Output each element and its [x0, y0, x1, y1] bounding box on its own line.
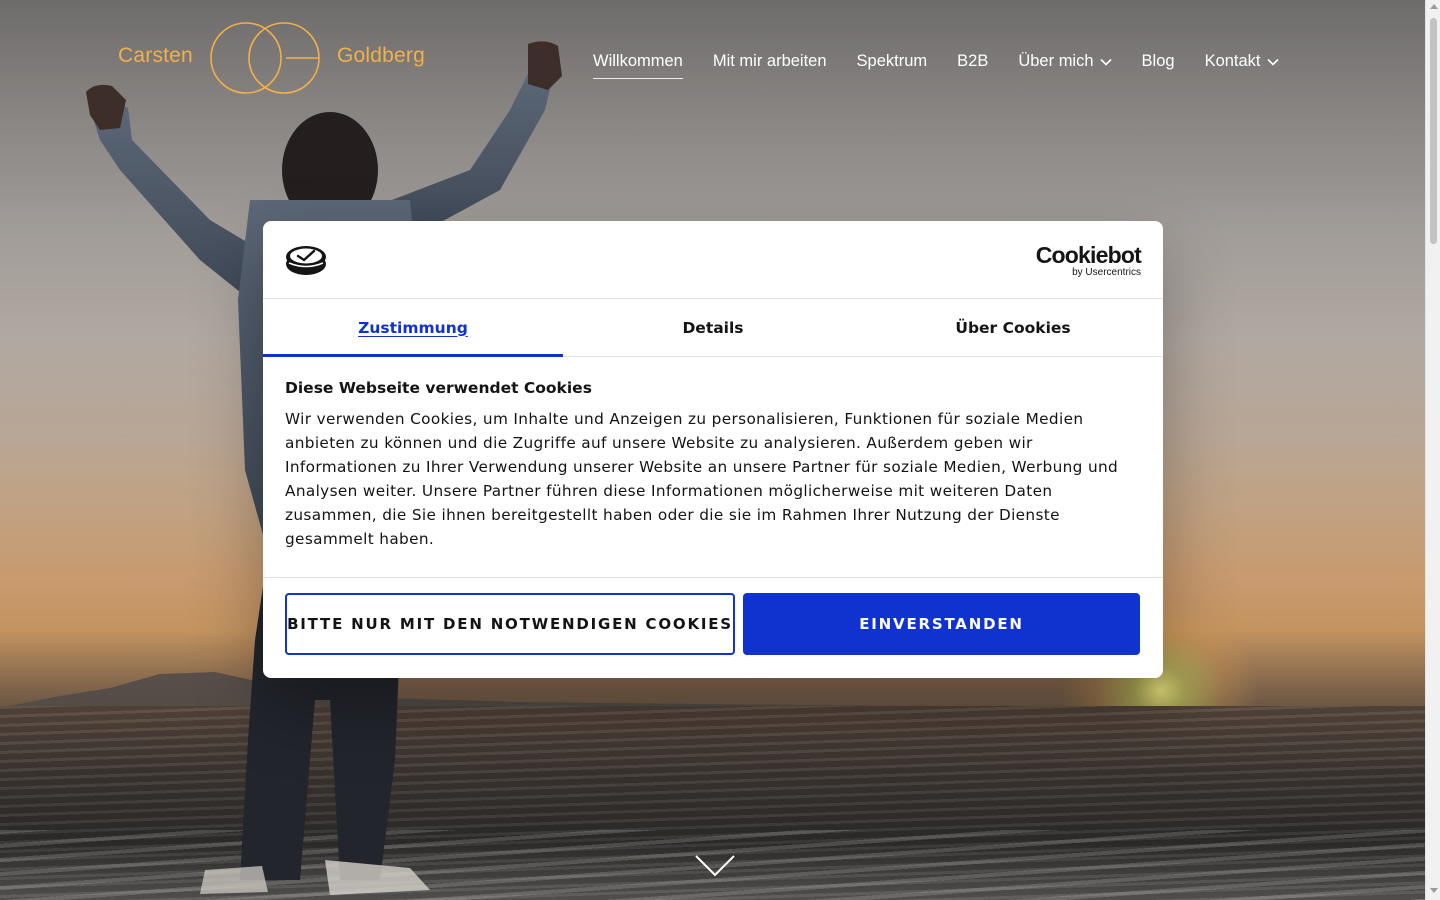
nav-label: Willkommen — [593, 52, 683, 70]
logo-last-name: Goldberg — [337, 44, 425, 67]
chevron-down-icon — [1266, 58, 1279, 66]
cookiebot-icon — [286, 246, 326, 275]
nav-item-blog[interactable]: Blog — [1142, 52, 1175, 77]
dialog-footer: BITTE NUR MIT DEN NOTWENDIGEN COOKIES EI… — [263, 577, 1163, 678]
nav-item-willkommen[interactable]: Willkommen — [593, 52, 683, 79]
nav-label: Spektrum — [856, 52, 928, 70]
dialog-description: Wir verwenden Cookies, um Inhalte und An… — [285, 410, 1119, 548]
logo-mark-icon — [210, 22, 320, 94]
scroll-up-arrow-icon[interactable] — [1430, 4, 1438, 9]
dialog-header: Cookiebot by Usercentrics — [263, 221, 1163, 299]
main-navigation: Willkommen Mit mir arbeiten Spektrum B2B… — [593, 52, 1279, 79]
logo-first-name: Carsten — [118, 44, 193, 67]
cookie-consent-dialog: Cookiebot by Usercentrics Zustimmung Det… — [263, 221, 1163, 678]
page-scrollbar[interactable] — [1425, 0, 1440, 900]
tab-ueber-cookies[interactable]: Über Cookies — [863, 299, 1163, 356]
nav-item-spektrum[interactable]: Spektrum — [857, 52, 928, 77]
cookiebot-name: Cookiebot — [1035, 242, 1142, 268]
nav-label: Kontakt — [1204, 52, 1261, 70]
site-logo[interactable]: Carsten Goldberg — [118, 20, 438, 96]
scroll-thumb[interactable] — [1430, 18, 1437, 244]
nav-item-ueber-mich[interactable]: Über mich — [1018, 52, 1112, 77]
dialog-body: Diese Webseite verwendet Cookies Wir ver… — [285, 379, 1141, 551]
accept-cookies-button[interactable]: EINVERSTANDEN — [743, 593, 1140, 655]
nav-item-kontakt[interactable]: Kontakt — [1205, 52, 1279, 77]
tab-details[interactable]: Details — [563, 299, 863, 356]
dialog-title: Diese Webseite verwendet Cookies — [285, 379, 592, 397]
nav-label: B2B — [957, 52, 989, 70]
scroll-down-chevron-icon[interactable] — [694, 854, 736, 878]
nav-label: Mit mir arbeiten — [712, 52, 827, 70]
chevron-down-icon — [1099, 58, 1112, 66]
tab-zustimmung[interactable]: Zustimmung — [263, 299, 563, 357]
nav-label: Blog — [1141, 52, 1175, 70]
cookiebot-logo[interactable]: Cookiebot by Usercentrics — [1035, 242, 1142, 278]
cookiebot-byline: by Usercentrics — [1072, 267, 1141, 278]
nav-label: Über mich — [1018, 52, 1094, 70]
scroll-down-arrow-icon[interactable] — [1430, 888, 1438, 893]
dialog-tabs: Zustimmung Details Über Cookies — [263, 299, 1163, 357]
nav-item-b2b[interactable]: B2B — [957, 52, 988, 77]
necessary-cookies-button[interactable]: BITTE NUR MIT DEN NOTWENDIGEN COOKIES — [285, 593, 735, 655]
nav-item-mit-mir-arbeiten[interactable]: Mit mir arbeiten — [713, 52, 827, 77]
